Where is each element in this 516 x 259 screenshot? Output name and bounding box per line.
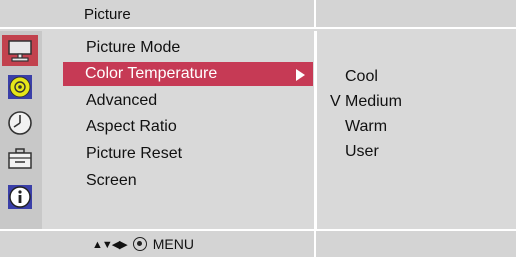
page-title: Picture <box>84 6 131 23</box>
menu-item-picture-mode[interactable]: Picture Mode <box>64 36 314 60</box>
sidebar-item-audio[interactable] <box>2 71 38 102</box>
menu-label: MENU <box>152 236 194 252</box>
toolbox-icon <box>8 147 32 169</box>
arrow-keys-icon: ▲▼◀▶ <box>92 238 128 251</box>
color-temperature-submenu: Cool V Medium Warm User <box>317 31 516 229</box>
menu-panel: Picture Mode Color Temperature Advanced … <box>44 31 314 229</box>
menu-item-aspect-ratio[interactable]: Aspect Ratio <box>64 115 314 139</box>
navigation-hint: ▲▼◀▶ MENU <box>92 236 194 252</box>
sidebar-item-time[interactable] <box>2 107 38 138</box>
monitor-icon <box>8 39 32 62</box>
category-sidebar <box>0 31 42 229</box>
title-divider <box>314 0 316 29</box>
info-icon <box>8 184 32 209</box>
enter-button-icon <box>132 237 147 251</box>
menu-item-screen[interactable]: Screen <box>64 169 314 193</box>
title-bar: Picture <box>0 0 516 29</box>
option-cool[interactable]: Cool <box>345 65 378 89</box>
sidebar-item-picture[interactable] <box>2 35 38 66</box>
submenu-arrow-icon <box>296 69 305 81</box>
sidebar-item-option[interactable] <box>2 143 38 174</box>
sidebar-item-information[interactable] <box>2 181 38 212</box>
option-user[interactable]: User <box>345 140 379 164</box>
option-medium[interactable]: V Medium <box>330 90 402 114</box>
osd-menu: Picture Picture Mode Color Temperature A… <box>0 0 516 259</box>
footer-bar: ▲▼◀▶ MENU <box>0 229 516 259</box>
footer-divider <box>314 231 316 259</box>
menu-item-advanced[interactable]: Advanced <box>64 89 314 113</box>
option-warm[interactable]: Warm <box>345 115 387 139</box>
checkmark-icon: V <box>330 93 341 110</box>
menu-item-picture-reset[interactable]: Picture Reset <box>64 142 314 166</box>
clock-icon <box>8 110 32 135</box>
disc-icon <box>8 74 32 99</box>
menu-item-color-temperature[interactable]: Color Temperature <box>63 62 313 86</box>
